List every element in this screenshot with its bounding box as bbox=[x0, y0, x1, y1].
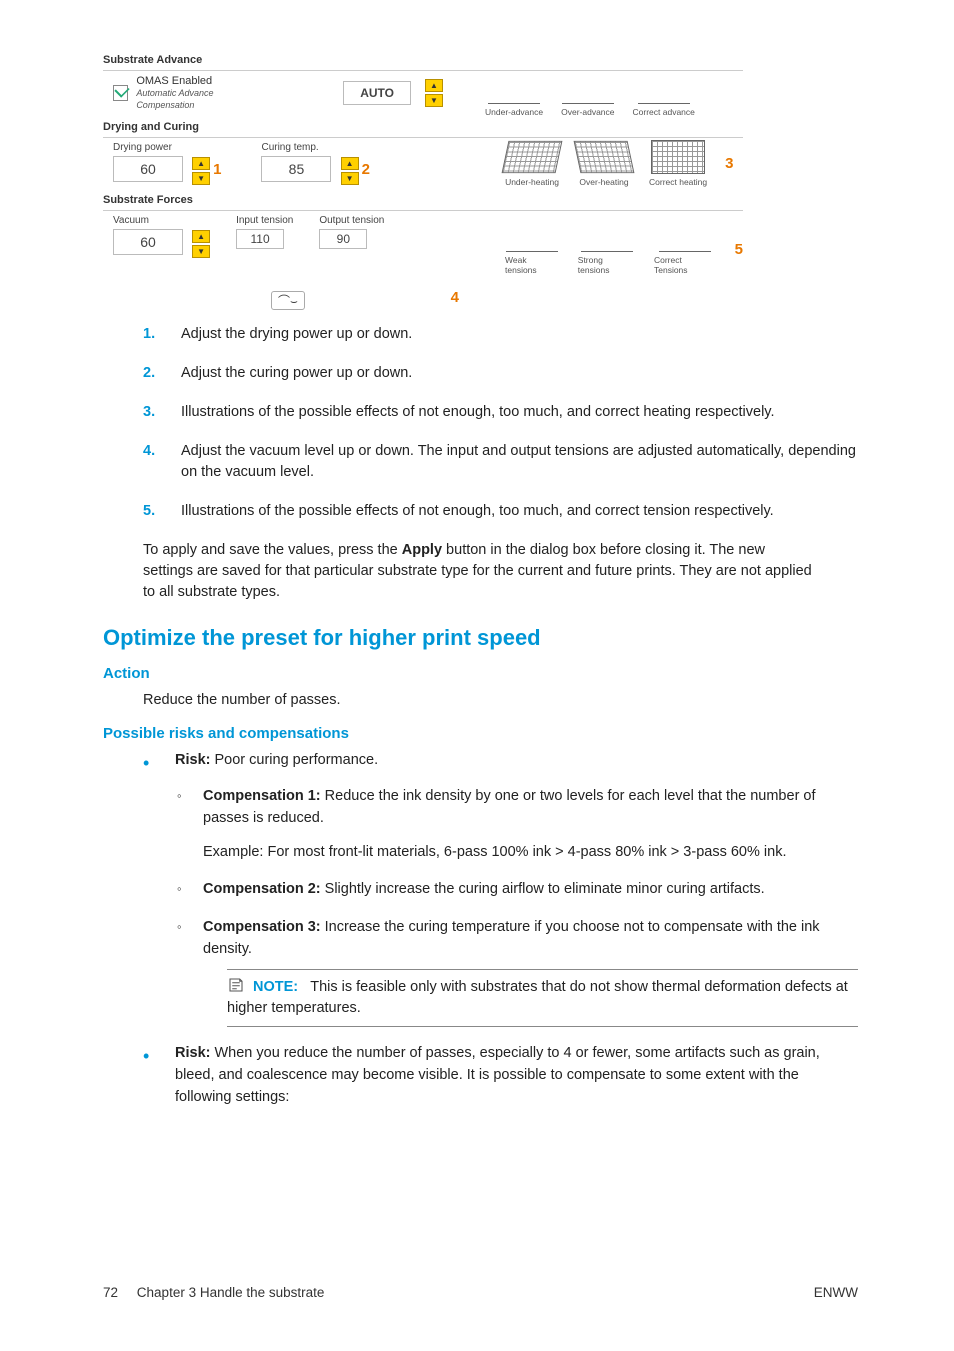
input-tension-value: 110 bbox=[236, 229, 284, 249]
numbered-steps: 1.Adjust the drying power up or down. 2.… bbox=[143, 324, 858, 522]
step-5: Illustrations of the possible effects of… bbox=[181, 501, 774, 522]
curing-temp-value[interactable]: 85 bbox=[261, 156, 331, 182]
omas-checkbox[interactable] bbox=[113, 85, 128, 101]
callout-1: 1 bbox=[213, 161, 221, 178]
note-icon bbox=[227, 976, 245, 994]
auto-stepper[interactable]: ▲▼ bbox=[425, 78, 443, 108]
input-tension-label: Input tension bbox=[236, 215, 293, 226]
risk-2: Risk: When you reduce the number of pass… bbox=[143, 1043, 858, 1108]
heating-illustrations: Under-heating Over-heating Correct heati… bbox=[505, 140, 733, 187]
action-text: Reduce the number of passes. bbox=[143, 690, 858, 711]
page-footer: 72 Chapter 3 Handle the substrate ENWW bbox=[103, 1285, 858, 1300]
curing-stepper[interactable]: ▲▼ bbox=[341, 156, 359, 186]
output-tension-label: Output tension bbox=[319, 215, 384, 226]
section-forces-title: Substrate Forces bbox=[103, 194, 743, 206]
sub-heading-risks: Possible risks and compensations bbox=[103, 725, 858, 742]
callout-3: 3 bbox=[725, 155, 733, 172]
footer-right: ENWW bbox=[814, 1285, 858, 1300]
omas-sub: Automatic Advance Compensation bbox=[136, 88, 213, 110]
section-heading-optimize: Optimize the preset for higher print spe… bbox=[103, 625, 858, 651]
omas-label-group: OMAS Enabled Automatic Advance Compensat… bbox=[136, 75, 267, 111]
note-text: This is feasible only with substrates th… bbox=[227, 979, 848, 1017]
drying-power-label: Drying power bbox=[113, 142, 221, 153]
section-advance-title: Substrate Advance bbox=[103, 54, 743, 66]
sub-heading-action: Action bbox=[103, 665, 858, 682]
apply-paragraph: To apply and save the values, press the … bbox=[143, 540, 818, 603]
vacuum-label: Vacuum bbox=[113, 215, 210, 226]
note-box: NOTE: This is feasible only with substra… bbox=[227, 969, 858, 1028]
comp-1-example: Example: For most front-lit materials, 6… bbox=[203, 842, 858, 864]
callout-2: 2 bbox=[362, 161, 370, 178]
step-4: Adjust the vacuum level up or down. The … bbox=[181, 441, 858, 483]
callout-5: 5 bbox=[735, 241, 743, 258]
output-tension-value: 90 bbox=[319, 229, 367, 249]
settings-screenshot: Substrate Advance OMAS Enabled Automatic… bbox=[103, 54, 743, 314]
omas-label: OMAS Enabled bbox=[136, 75, 212, 87]
comp-1: Compensation 1: Reduce the ink density b… bbox=[177, 786, 858, 863]
risk-1: Risk: Poor curing performance. Compensat… bbox=[143, 750, 858, 1027]
note-label: NOTE: bbox=[253, 979, 298, 995]
step-2: Adjust the curing power up or down. bbox=[181, 363, 412, 384]
link-icon: ⌒⌣ bbox=[271, 291, 305, 310]
step-3: Illustrations of the possible effects of… bbox=[181, 402, 775, 423]
vacuum-stepper[interactable]: ▲▼ bbox=[192, 229, 210, 259]
step-1: Adjust the drying power up or down. bbox=[181, 324, 412, 345]
page-number: 72 bbox=[103, 1285, 118, 1300]
auto-button[interactable]: AUTO bbox=[343, 81, 411, 105]
comp-3: Compensation 3: Increase the curing temp… bbox=[177, 917, 858, 1027]
curing-temp-label: Curing temp. bbox=[261, 142, 369, 153]
drying-stepper[interactable]: ▲▼ bbox=[192, 156, 210, 186]
chapter-title: Chapter 3 Handle the substrate bbox=[137, 1285, 325, 1300]
comp-2: Compensation 2: Slightly increase the cu… bbox=[177, 879, 858, 901]
tension-illustrations: Weak tensions Strong tensions Correct Te… bbox=[505, 223, 743, 275]
callout-4: 4 bbox=[451, 289, 459, 306]
vacuum-value[interactable]: 60 bbox=[113, 229, 183, 255]
advance-illustrations: Under-advance Over-advance Correct advan… bbox=[485, 75, 695, 117]
drying-power-value[interactable]: 60 bbox=[113, 156, 183, 182]
section-drying-title: Drying and Curing bbox=[103, 121, 743, 133]
